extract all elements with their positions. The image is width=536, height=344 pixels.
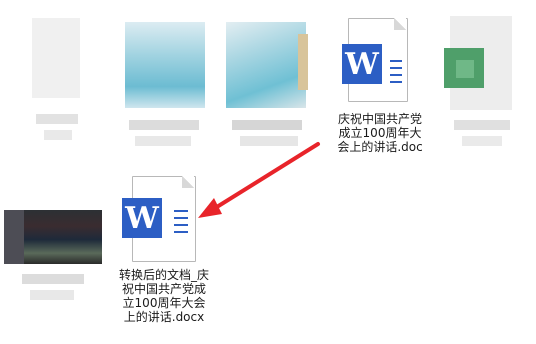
blurred-file-2[interactable] <box>115 12 215 146</box>
blurred-file-5-name <box>22 274 84 284</box>
blurred-file-4-name <box>454 120 510 130</box>
blurred-file-3[interactable] <box>222 12 317 146</box>
blurred-file-5[interactable] <box>4 200 104 340</box>
blurred-file-5-name-2 <box>30 290 74 300</box>
blurred-file-3-name <box>232 120 302 130</box>
word-letter-icon-2: W <box>122 198 162 238</box>
blurred-file-2-icon <box>125 22 205 108</box>
blurred-file-1-name-2 <box>44 130 72 140</box>
blurred-file-3-name-2 <box>240 136 298 146</box>
blurred-file-4-name-2 <box>462 136 502 146</box>
word-docx-file[interactable]: W 转换后的文档_庆 祝中国共产党成 立100周年大会 上的讲话.docx <box>108 176 220 340</box>
blurred-file-4[interactable] <box>440 12 530 146</box>
blurred-file-4-emblem-2 <box>456 60 474 78</box>
word-document-icon-2: W <box>120 176 200 262</box>
blurred-file-1-name <box>36 114 78 124</box>
word-doc-file-name: 庆祝中国共产党 成立100周年大 会上的讲话.doc <box>337 112 423 154</box>
blurred-file-2-name <box>129 120 199 130</box>
blurred-file-5-thumbnail-2 <box>4 210 24 264</box>
word-docx-file-name: 转换后的文档_庆 祝中国共产党成 立100周年大会 上的讲话.docx <box>118 268 209 324</box>
blurred-file-1[interactable] <box>20 12 90 142</box>
word-doc-file[interactable]: W 庆祝中国共产党 成立100周年大 会上的讲话.doc <box>332 18 428 170</box>
word-letter-icon: W <box>342 44 382 84</box>
word-document-icon: W <box>340 18 410 102</box>
blurred-file-2-name-2 <box>135 136 191 146</box>
blurred-file-3-accent <box>298 34 308 90</box>
blurred-file-1-icon <box>32 18 80 98</box>
blurred-file-3-icon <box>226 22 306 108</box>
